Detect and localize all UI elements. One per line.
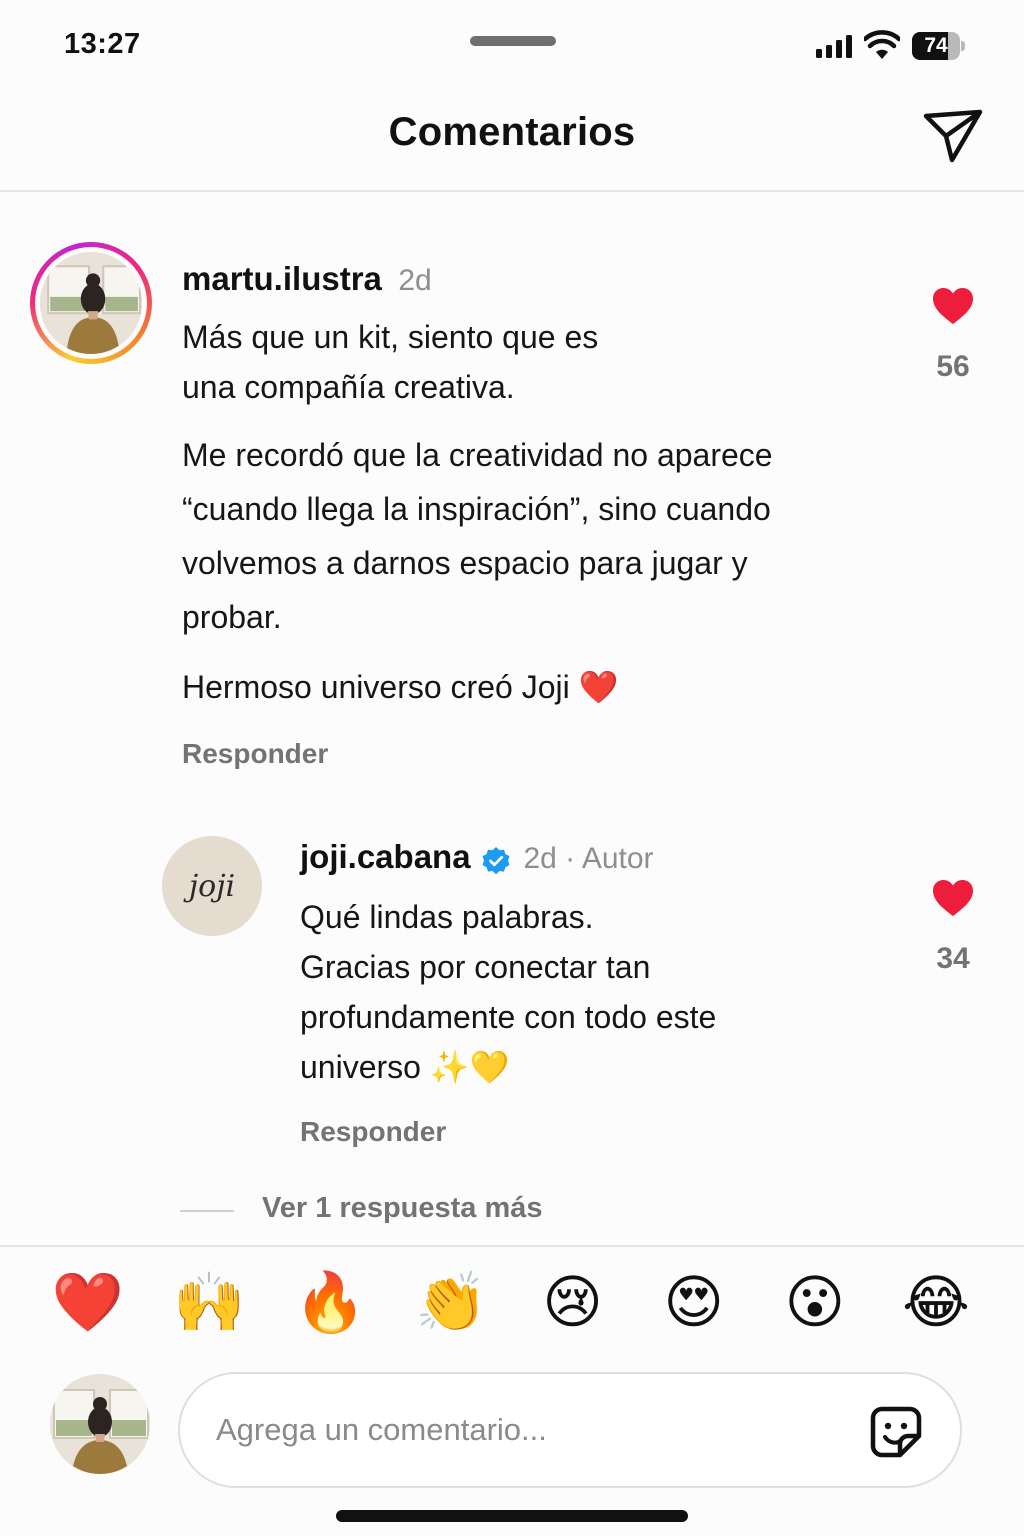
home-indicator [336, 1510, 688, 1522]
verified-badge-icon [482, 846, 510, 874]
paper-plane-icon[interactable] [920, 104, 986, 164]
comment-line: universo ✨💛 [300, 1049, 510, 1085]
comment-username[interactable]: martu.ilustra [182, 260, 382, 297]
header-divider [0, 190, 1024, 192]
view-more-replies-button[interactable]: Ver 1 respuesta más [262, 1192, 543, 1225]
reaction-clap[interactable]: 👏 [393, 1266, 509, 1338]
comment-line: “cuando llega la inspiración”, sino cuan… [182, 491, 771, 527]
reaction-fire[interactable]: 🔥 [272, 1266, 388, 1338]
avatar-story-ring[interactable] [30, 242, 152, 364]
like-count: 34 [936, 942, 970, 975]
comment-line: Qué lindas palabras. [300, 899, 594, 935]
comment-paragraph: Me recordó que la creatividad no aparece… [182, 428, 773, 644]
view-more-divider [180, 1210, 234, 1212]
avatar-logo-text: joji [188, 868, 236, 904]
reply-button[interactable]: Responder [182, 738, 328, 770]
comment-line: Me recordó que la creatividad no aparece [182, 437, 773, 473]
reaction-laugh[interactable]: 😂 [878, 1266, 994, 1338]
heart-icon[interactable] [931, 286, 975, 326]
heart-icon[interactable] [931, 878, 975, 918]
reaction-raised-hands[interactable]: 🙌 [151, 1266, 267, 1338]
quick-reactions: ❤️ 🙌 🔥 👏 😢 😍 😮 😂 [30, 1266, 994, 1338]
comment-line: una compañía creativa. [182, 369, 515, 405]
page-title: Comentarios [388, 110, 636, 154]
avatar [50, 1374, 150, 1474]
comment-text: Qué lindas palabras. Gracias por conecta… [300, 892, 716, 1092]
cellular-signal-icon [816, 34, 852, 58]
avatar-photo-icon [50, 1374, 150, 1474]
comment-text: Más que un kit, siento que es una compañ… [182, 312, 598, 412]
comment-meta: 2d · Autor [523, 842, 654, 875]
avatar [40, 252, 142, 354]
reaction-heart[interactable]: ❤️ [30, 1266, 146, 1338]
comment-input[interactable] [216, 1402, 836, 1458]
comment-header: joji.cabana 2d · Autor [300, 838, 654, 876]
comment-line: Gracias por conectar tan [300, 949, 651, 985]
battery-percentage: 74 [924, 34, 948, 57]
like-count: 56 [936, 350, 970, 383]
reaction-surprised[interactable]: 😮 [757, 1266, 873, 1338]
current-user-avatar [50, 1374, 150, 1474]
status-time: 13:27 [64, 28, 141, 60]
comment-line: profundamente con todo este [300, 999, 717, 1035]
reaction-cry[interactable]: 😢 [515, 1266, 631, 1338]
reaction-heart-eyes[interactable]: 😍 [636, 1266, 752, 1338]
comment-username[interactable]: joji.cabana [300, 838, 471, 875]
avatar-photo-icon [40, 252, 142, 354]
avatar[interactable]: joji [162, 836, 262, 936]
comment-time: 2d [398, 264, 432, 297]
comment-line: volvemos a darnos espacio para jugar y [182, 545, 748, 581]
wifi-icon [864, 30, 900, 59]
composer-divider [0, 1245, 1024, 1247]
comment-closing: Hermoso universo creó Joji ❤️ [182, 669, 619, 705]
battery-icon: 74 [912, 32, 965, 60]
comment-line: probar. [182, 599, 282, 635]
dynamic-island-handle [470, 36, 556, 46]
comment-header: martu.ilustra 2d [182, 260, 432, 298]
comment-line: Más que un kit, siento que es [182, 319, 599, 355]
reply-button[interactable]: Responder [300, 1116, 446, 1148]
comment-composer [178, 1372, 962, 1488]
sticker-icon[interactable] [868, 1404, 924, 1460]
